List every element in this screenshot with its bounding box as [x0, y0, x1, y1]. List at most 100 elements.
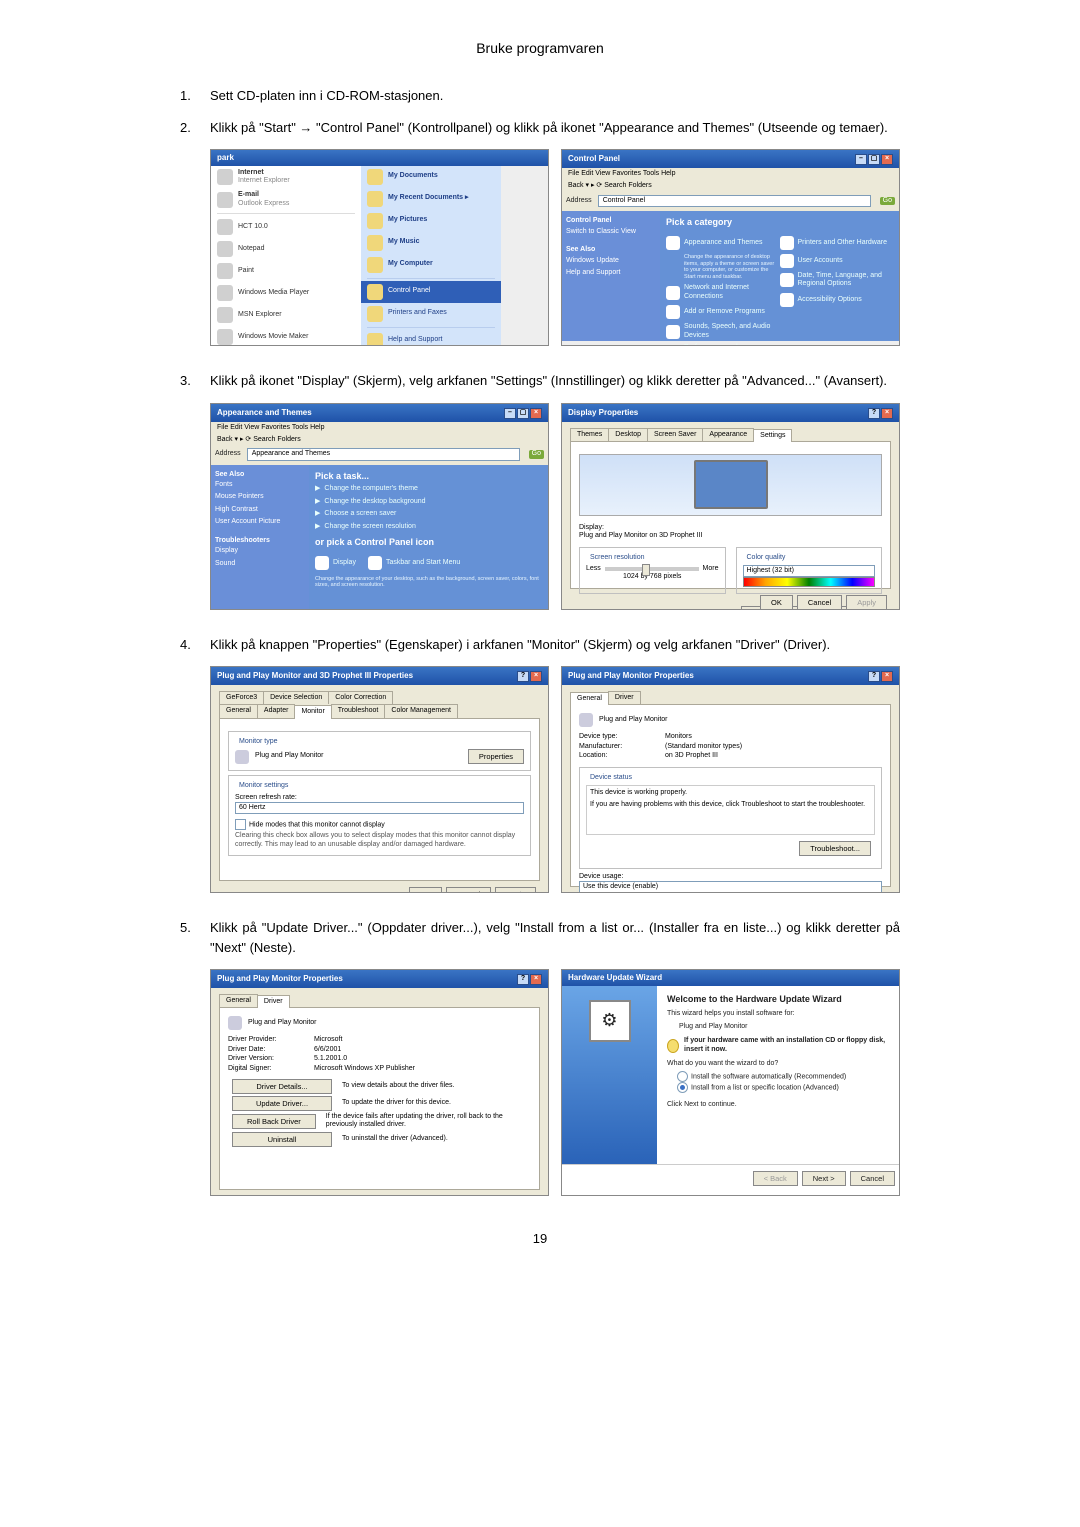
apply-button[interactable]: Apply: [495, 887, 536, 893]
cp-link[interactable]: Network and Internet Connections: [666, 284, 780, 301]
start-item[interactable]: MSN Explorer: [211, 304, 361, 326]
tab[interactable]: Color Management: [384, 704, 458, 717]
rollback-driver-button[interactable]: Roll Back Driver: [232, 1114, 316, 1129]
start-item[interactable]: My Documents: [361, 166, 501, 188]
address-input[interactable]: Control Panel: [598, 195, 871, 207]
start-item[interactable]: E-mailOutlook Express: [211, 188, 361, 211]
fig-pnp-driver: Plug and Play Monitor Properties?× Gener…: [210, 969, 549, 1196]
resolution-slider[interactable]: [605, 567, 699, 571]
tab-driver[interactable]: Driver: [257, 995, 290, 1008]
cp-link[interactable]: Appearance and Themes: [666, 236, 780, 250]
color-quality-select[interactable]: Highest (32 bit): [743, 565, 876, 577]
toolbar[interactable]: Back ▾ ▸ ⟳ Search Folders: [211, 434, 548, 446]
go-button[interactable]: Go: [529, 450, 544, 458]
uninstall-button[interactable]: Uninstall: [232, 1132, 332, 1147]
hide-modes-hint: Clearing this check box allows you to se…: [235, 832, 524, 849]
window-controls[interactable]: –▢×: [854, 153, 893, 165]
start-item[interactable]: Notepad: [211, 238, 361, 260]
address-input[interactable]: Appearance and Themes: [247, 448, 520, 460]
wizard-radio-auto[interactable]: [677, 1071, 688, 1082]
back-button[interactable]: < Back: [753, 1171, 798, 1186]
side-link[interactable]: Display: [215, 545, 305, 557]
window-title: Plug and Play Monitor and 3D Prophet III…: [217, 671, 413, 681]
ok-button[interactable]: OK: [409, 887, 442, 893]
window-controls[interactable]: ?×: [867, 407, 893, 419]
driver-details-button[interactable]: Driver Details...: [232, 1079, 332, 1094]
cancel-button[interactable]: Cancel: [797, 595, 842, 610]
tab-monitor[interactable]: Monitor: [294, 705, 331, 718]
task-link[interactable]: ▶ Choose a screen saver: [315, 510, 542, 518]
cancel-button[interactable]: Cancel: [850, 1171, 895, 1186]
side-link[interactable]: Mouse Pointers: [215, 491, 305, 503]
troubleshoot-button[interactable]: Troubleshoot...: [799, 841, 871, 856]
cp-link[interactable]: Sounds, Speech, and Audio Devices: [666, 323, 780, 340]
hide-modes-checkbox[interactable]: [235, 819, 246, 830]
go-button[interactable]: Go: [880, 197, 895, 205]
cp-icon-link[interactable]: Display: [315, 556, 356, 570]
monitor-preview: [579, 454, 882, 516]
user-icon: [780, 254, 794, 268]
start-item[interactable]: HCT 10.0: [211, 216, 361, 238]
side-link[interactable]: Sound: [215, 558, 305, 570]
tab[interactable]: GeForce3: [219, 691, 264, 704]
start-item[interactable]: My Music: [361, 232, 501, 254]
tab-appearance[interactable]: Appearance: [702, 428, 754, 441]
window-controls[interactable]: ?×: [516, 670, 542, 682]
next-button[interactable]: Next >: [802, 1171, 846, 1186]
refresh-rate-select[interactable]: 60 Hertz: [235, 802, 524, 814]
start-item[interactable]: My Computer: [361, 254, 501, 276]
start-item[interactable]: Windows Media Player: [211, 282, 361, 304]
notepad-icon: [217, 241, 233, 257]
ok-button[interactable]: OK: [760, 595, 793, 610]
start-item[interactable]: Control Panel: [361, 281, 501, 303]
window-controls[interactable]: –▢×: [503, 407, 542, 419]
window-controls[interactable]: ?×: [516, 973, 542, 985]
cp-link[interactable]: User Accounts: [780, 254, 894, 268]
task-link[interactable]: ▶ Change the screen resolution: [315, 523, 542, 531]
start-item[interactable]: Help and Support: [361, 330, 501, 346]
apply-button[interactable]: Apply: [846, 595, 887, 610]
tab[interactable]: Troubleshoot: [331, 704, 386, 717]
wizard-radio-list[interactable]: [677, 1082, 688, 1093]
start-item[interactable]: Windows Movie Maker: [211, 326, 361, 346]
side-link[interactable]: High Contrast: [215, 504, 305, 516]
tab-general[interactable]: General: [219, 994, 258, 1007]
start-item[interactable]: My Recent Documents ▸: [361, 188, 501, 210]
cp-link[interactable]: Performance and Maintenance: [666, 344, 780, 346]
cp-link[interactable]: Date, Time, Language, and Regional Optio…: [780, 272, 894, 289]
tab[interactable]: Color Correction: [328, 691, 393, 704]
cp-link[interactable]: Accessibility Options: [780, 293, 894, 307]
tab[interactable]: Adapter: [257, 704, 296, 717]
tab[interactable]: General: [219, 704, 258, 717]
start-item[interactable]: Paint: [211, 260, 361, 282]
tab-driver[interactable]: Driver: [608, 691, 641, 704]
task-link[interactable]: ▶ Change the computer's theme: [315, 485, 542, 493]
tab-general[interactable]: General: [570, 692, 609, 705]
menubar[interactable]: File Edit View Favorites Tools Help: [562, 168, 899, 180]
start-item[interactable]: InternetInternet Explorer: [211, 166, 361, 189]
toolbar[interactable]: Back ▾ ▸ ⟳ Search Folders: [562, 180, 899, 192]
cp-link[interactable]: Add or Remove Programs: [666, 305, 780, 319]
update-driver-button[interactable]: Update Driver...: [232, 1096, 332, 1111]
side-link[interactable]: User Account Picture: [215, 516, 305, 528]
window-controls[interactable]: ?×: [867, 670, 893, 682]
side-link[interactable]: Switch to Classic View: [566, 226, 656, 238]
tab-screensaver[interactable]: Screen Saver: [647, 428, 703, 441]
start-item[interactable]: My Pictures: [361, 210, 501, 232]
side-link[interactable]: Windows Update: [566, 255, 656, 267]
tab[interactable]: Device Selection: [263, 691, 329, 704]
cd-icon: [667, 1039, 679, 1053]
cancel-button[interactable]: Cancel: [446, 887, 491, 893]
task-link[interactable]: ▶ Change the desktop background: [315, 498, 542, 506]
cp-icon-link[interactable]: Taskbar and Start Menu: [368, 556, 460, 570]
tab-themes[interactable]: Themes: [570, 428, 609, 441]
menubar[interactable]: File Edit View Favorites Tools Help: [211, 422, 548, 434]
side-link[interactable]: Help and Support: [566, 267, 656, 279]
start-item[interactable]: Printers and Faxes: [361, 303, 501, 325]
cp-link[interactable]: Printers and Other Hardware: [780, 236, 894, 250]
properties-button[interactable]: Properties: [468, 749, 524, 764]
side-link[interactable]: Fonts: [215, 479, 305, 491]
tab-desktop[interactable]: Desktop: [608, 428, 648, 441]
tab-settings[interactable]: Settings: [753, 429, 792, 442]
control-panel-icon: [367, 284, 383, 300]
